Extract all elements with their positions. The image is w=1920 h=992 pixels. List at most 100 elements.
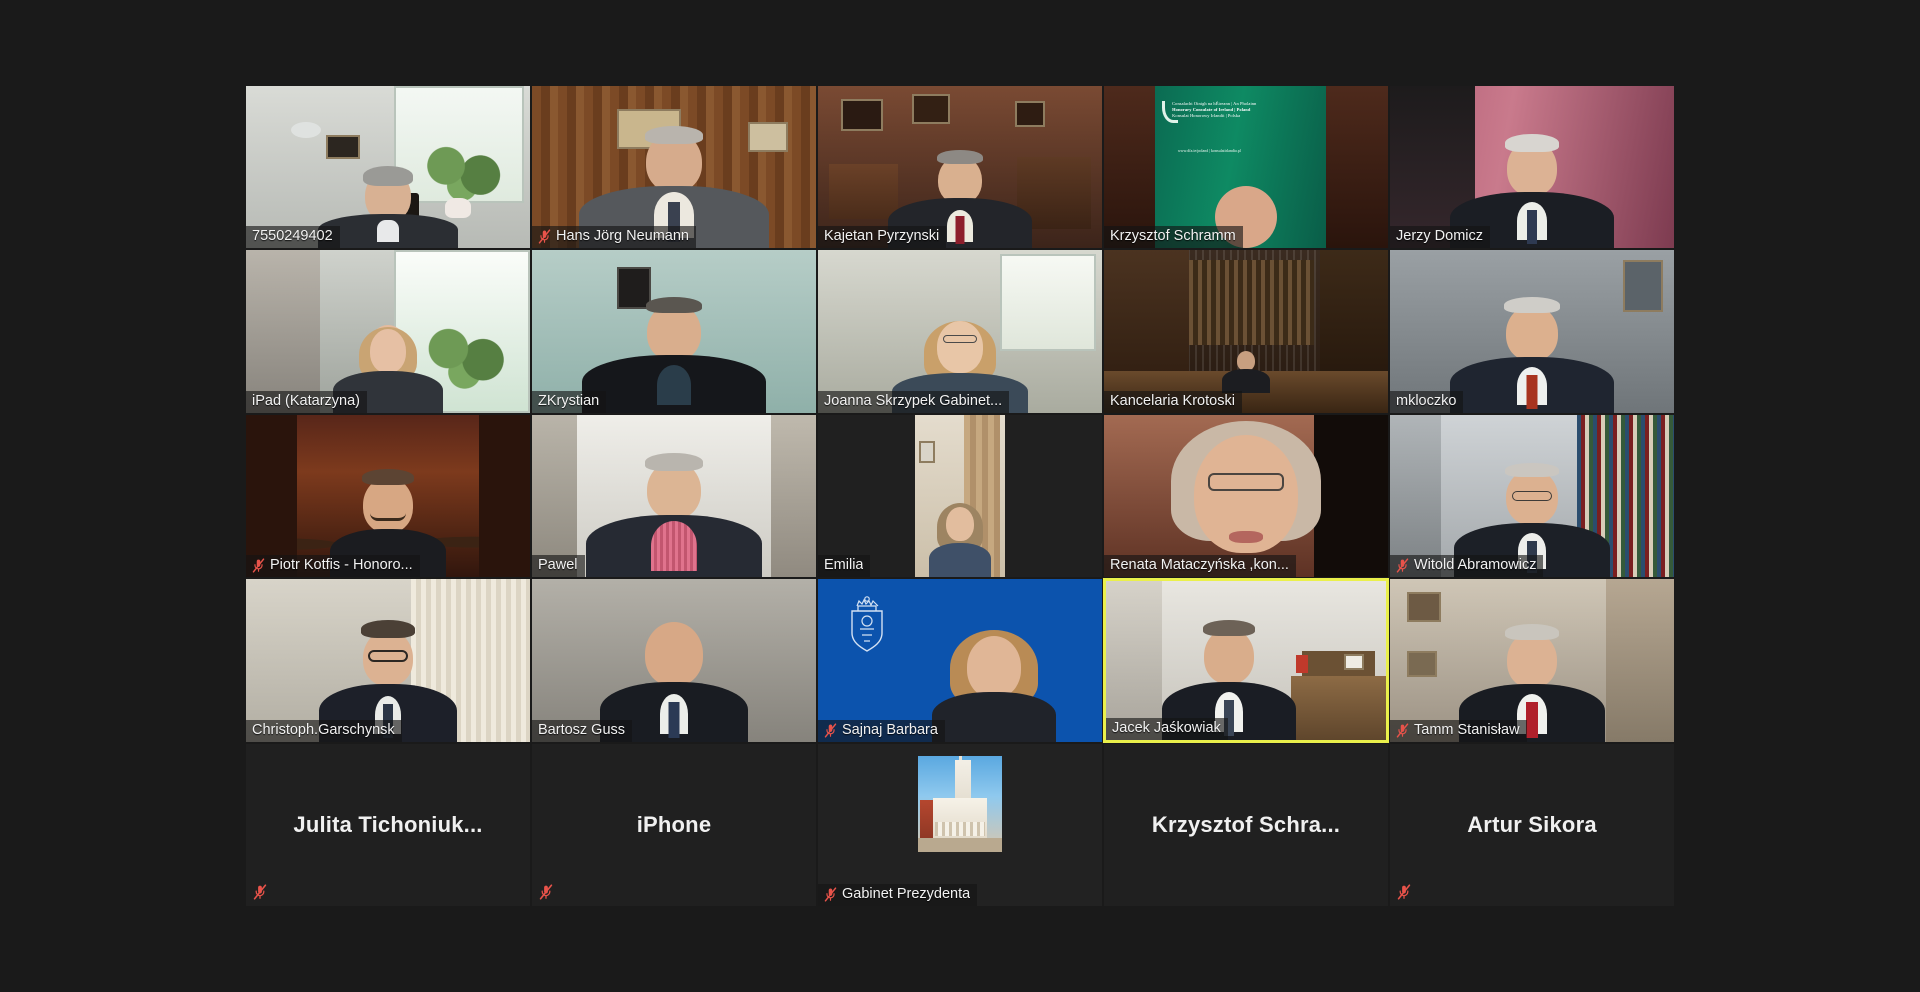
- participant-name-label: ZKrystian: [532, 390, 607, 413]
- participant-name-label: Gabinet Prezydenta: [818, 883, 978, 906]
- participant-name: Jerzy Domicz: [1396, 228, 1484, 245]
- participant-name: 7550249402: [252, 228, 333, 245]
- participant-video: [1104, 250, 1388, 413]
- participant-video: [1390, 86, 1674, 249]
- participant-tile[interactable]: Tamm Stanisław: [1389, 578, 1675, 743]
- participant-name: Gabinet Prezydenta: [842, 885, 971, 902]
- participant-name: Piotr Kotfis - Honoro...: [270, 557, 413, 574]
- participant-tile[interactable]: iPhone: [531, 742, 817, 907]
- mic-muted-icon: [253, 884, 267, 900]
- participant-video: [532, 250, 816, 413]
- participant-name: Krzysztof Schra...: [1151, 811, 1341, 837]
- participant-tile[interactable]: Joanna Skrzypek Gabinet...: [817, 249, 1103, 414]
- participant-name: Jacek Jaśkowiak: [1112, 719, 1221, 736]
- participant-name: ZKrystian: [538, 392, 600, 409]
- participant-name-label: 7550249402: [246, 226, 340, 249]
- mic-muted-icon: [539, 884, 553, 900]
- participant-name-label: Piotr Kotfis - Honoro...: [246, 555, 420, 578]
- participant-video: [818, 743, 1102, 906]
- participant-tile[interactable]: mkloczko: [1389, 249, 1675, 414]
- participant-name-label: Jerzy Domicz: [1390, 226, 1491, 249]
- participant-tile[interactable]: Artur Sikora: [1389, 742, 1675, 907]
- participant-video: [246, 250, 530, 413]
- participant-video: [818, 250, 1102, 413]
- participant-video: [818, 86, 1102, 249]
- participant-tile[interactable]: Julita Tichoniuk...: [245, 742, 531, 907]
- participant-video: [1104, 414, 1388, 578]
- mic-muted-icon: [824, 723, 837, 738]
- participant-name-label: Kancelaria Krotoski: [1104, 390, 1242, 413]
- participant-name-label: Christoph.Garschynsk: [246, 719, 402, 742]
- participant-tile[interactable]: 7550249402: [245, 85, 531, 250]
- participant-name: Hans Jörg Neumann: [556, 228, 689, 245]
- mic-muted-icon: [1396, 723, 1409, 738]
- participant-name-label: Jacek Jaśkowiak: [1106, 717, 1228, 740]
- participant-tile[interactable]: Jacek Jaśkowiak: [1103, 578, 1389, 743]
- participant-tile[interactable]: Consalacht Oinigh na hÉireann | An Phola…: [1103, 85, 1389, 250]
- participant-tile[interactable]: Jerzy Domicz: [1389, 85, 1675, 250]
- mic-muted-icon: [824, 887, 837, 902]
- participant-name: Christoph.Garschynsk: [252, 721, 395, 738]
- participant-tile[interactable]: Renata Mataczyńska ,kon...: [1103, 413, 1389, 579]
- participant-video: [246, 86, 530, 249]
- participant-name-label: mkloczko: [1390, 390, 1464, 413]
- participant-name: mkloczko: [1396, 392, 1457, 409]
- participant-name-label: Pawel: [532, 555, 585, 578]
- mic-muted-icon: [824, 723, 837, 738]
- participant-tile[interactable]: ZKrystian: [531, 249, 817, 414]
- participant-video: [1106, 581, 1386, 740]
- mic-muted-icon: [1396, 558, 1409, 573]
- mic-muted-icon: [1396, 558, 1409, 573]
- participant-tile[interactable]: Piotr Kotfis - Honoro...: [245, 413, 531, 579]
- participant-video: [246, 414, 530, 578]
- participant-name-label: Bartosz Guss: [532, 719, 633, 742]
- participant-tile[interactable]: Bartosz Guss: [531, 578, 817, 743]
- participant-video: [532, 579, 816, 742]
- participant-video: [532, 86, 816, 249]
- city-hall-thumbnail: [918, 755, 1002, 852]
- participant-video: [818, 579, 1102, 742]
- participant-name-label: Hans Jörg Neumann: [532, 226, 696, 249]
- zoom-gallery-view: 7550249402 Hans Jörg Neumann Kajetan Pyrzy…: [0, 0, 1920, 992]
- participant-name-label: Sajnaj Barbara: [818, 719, 945, 742]
- participant-video: [1390, 579, 1674, 742]
- participant-grid: 7550249402 Hans Jörg Neumann Kajetan Pyrzy…: [245, 85, 1675, 907]
- participant-tile[interactable]: Witold Abramowicz: [1389, 413, 1675, 579]
- participant-name: Tamm Stanisław: [1414, 721, 1520, 738]
- participant-tile[interactable]: Emilia: [817, 413, 1103, 579]
- participant-name: Emilia: [824, 557, 864, 574]
- participant-name: Artur Sikora: [1467, 811, 1597, 837]
- participant-tile[interactable]: Kajetan Pyrzynski: [817, 85, 1103, 250]
- participant-tile[interactable]: Gabinet Prezydenta: [817, 742, 1103, 907]
- participant-name-label: Kajetan Pyrzynski: [818, 226, 947, 249]
- participant-name: Renata Mataczyńska ,kon...: [1110, 557, 1289, 574]
- participant-name-label: Renata Mataczyńska ,kon...: [1104, 555, 1296, 578]
- participant-name-label: Emilia: [818, 555, 871, 578]
- mic-muted-icon: [1397, 884, 1411, 900]
- mic-muted-icon: [538, 229, 551, 244]
- mic-muted-icon: [539, 884, 553, 900]
- participant-name-label: Witold Abramowicz: [1390, 555, 1544, 578]
- participant-tile[interactable]: iPad (Katarzyna): [245, 249, 531, 414]
- participant-name-label: iPad (Katarzyna): [246, 390, 367, 413]
- mic-muted-icon: [824, 887, 837, 902]
- participant-name: Pawel: [538, 557, 578, 574]
- participant-tile[interactable]: Kancelaria Krotoski: [1103, 249, 1389, 414]
- participant-video: Consalacht Oinigh na hÉireann | An Phola…: [1104, 86, 1388, 249]
- participant-video: [246, 579, 530, 742]
- participant-tile[interactable]: Christoph.Garschynsk: [245, 578, 531, 743]
- participant-name-label: Tamm Stanisław: [1390, 719, 1527, 742]
- participant-name: Krzysztof Schramm: [1110, 228, 1236, 245]
- participant-tile[interactable]: Pawel: [531, 413, 817, 579]
- participant-tile[interactable]: Hans Jörg Neumann: [531, 85, 817, 250]
- participant-tile[interactable]: Sajnaj Barbara: [817, 578, 1103, 743]
- participant-name-label: Joanna Skrzypek Gabinet...: [818, 390, 1010, 413]
- mic-muted-icon: [253, 884, 267, 900]
- participant-video: [915, 414, 1005, 578]
- city-crest-icon: [850, 596, 883, 653]
- mic-muted-icon: [1397, 884, 1411, 900]
- participant-video: [1390, 250, 1674, 413]
- participant-tile[interactable]: Krzysztof Schra...: [1103, 742, 1389, 907]
- participant-name: iPad (Katarzyna): [252, 392, 360, 409]
- participant-name: Joanna Skrzypek Gabinet...: [824, 392, 1003, 409]
